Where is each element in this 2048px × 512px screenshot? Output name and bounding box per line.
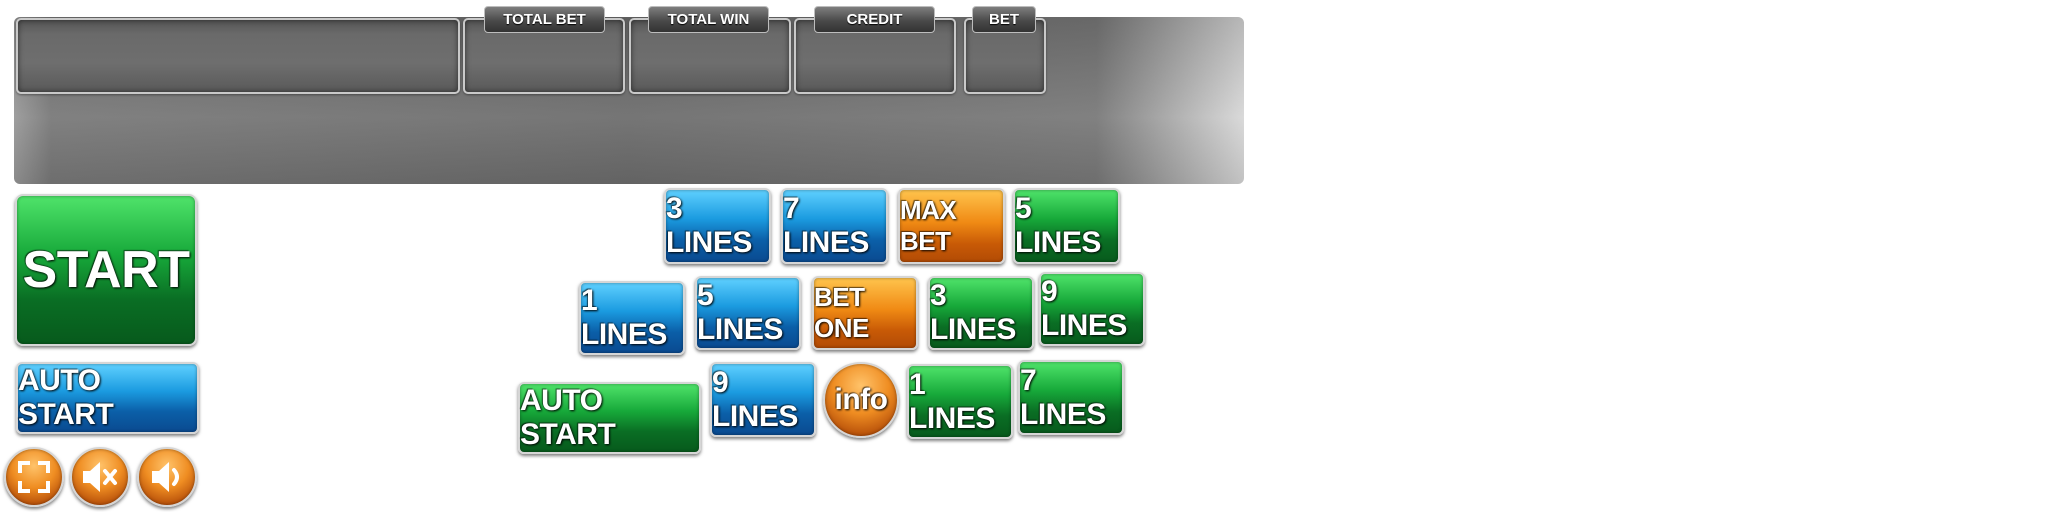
message-display (16, 18, 460, 94)
lines-1-button-2[interactable]: 1 LINES (907, 364, 1013, 439)
info-button[interactable]: info (823, 362, 899, 438)
fullscreen-button[interactable] (4, 447, 64, 507)
lines-5-button-2[interactable]: 5 LINES (695, 276, 801, 350)
mute-icon (83, 462, 117, 492)
auto-start-button[interactable]: AUTO START (16, 362, 199, 434)
lines-9-button[interactable]: 9 LINES (1039, 272, 1145, 346)
start-button[interactable]: START (15, 194, 197, 346)
bet-one-button[interactable]: BET ONE (812, 276, 918, 350)
auto-start-button-2[interactable]: AUTO START (518, 382, 701, 454)
total-win-label: TOTAL WIN (648, 6, 769, 33)
sound-button[interactable] (137, 447, 197, 507)
total-bet-label: TOTAL BET (484, 6, 605, 33)
bet-label: BET (972, 6, 1036, 33)
mute-button[interactable] (70, 447, 130, 507)
lines-3-button[interactable]: 3 LINES (664, 188, 771, 264)
lines-7-button-2[interactable]: 7 LINES (1018, 360, 1124, 435)
lines-3-button-2[interactable]: 3 LINES (928, 276, 1034, 350)
lines-1-button[interactable]: 1 LINES (579, 281, 685, 355)
lines-7-button[interactable]: 7 LINES (781, 188, 888, 264)
lines-9-button-2[interactable]: 9 LINES (710, 362, 816, 437)
speaker-icon (152, 462, 179, 492)
fullscreen-icon (18, 461, 50, 493)
max-bet-button[interactable]: MAX BET (898, 188, 1005, 264)
lines-5-button[interactable]: 5 LINES (1013, 188, 1120, 264)
credit-label: CREDIT (814, 6, 935, 33)
